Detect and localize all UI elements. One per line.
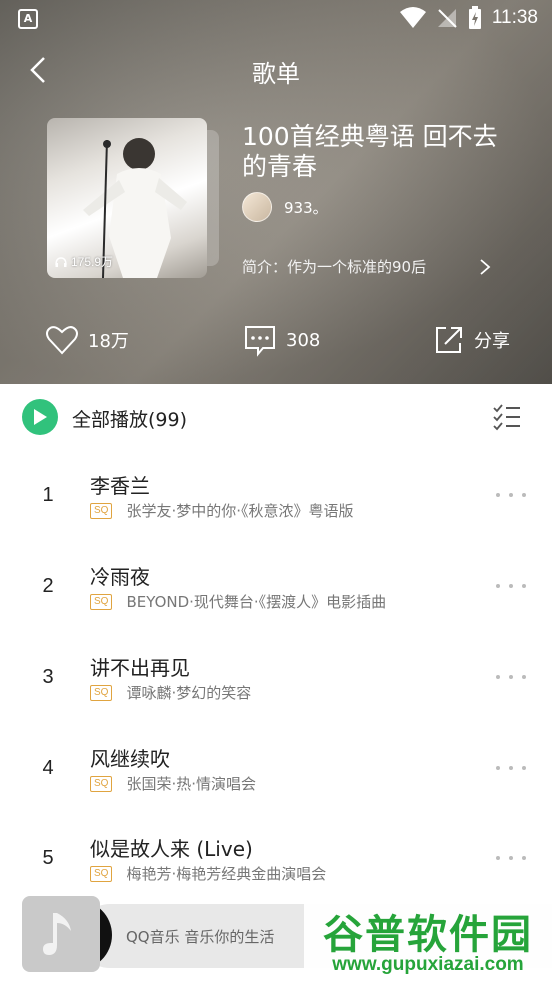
headphones-icon xyxy=(55,256,67,267)
watermark-url: www.gupuxiazai.com xyxy=(332,954,524,975)
song-subtitle-row: SQ 梅艳芳·梅艳芳经典金曲演唱会 xyxy=(90,863,326,884)
song-title: 风继续吹 xyxy=(90,747,170,771)
multi-select-button[interactable] xyxy=(492,402,522,432)
song-subtitle-row: SQ BEYOND·现代舞台·《摆渡人》电影插曲 xyxy=(90,591,386,612)
more-options-button[interactable] xyxy=(496,485,526,505)
song-row[interactable]: 4 风继续吹 SQ 张国荣·热·情演唱会 xyxy=(0,723,552,813)
title-bar: 歌单 xyxy=(0,38,552,102)
song-index: 5 xyxy=(42,847,54,869)
song-title: 冷雨夜 xyxy=(90,565,150,589)
song-subtitle-row: SQ 张国荣·热·情演唱会 xyxy=(90,773,256,794)
sq-badge: SQ xyxy=(90,684,113,701)
comment-count: 308 xyxy=(286,329,321,351)
play-count-value: 175.9万 xyxy=(71,255,114,269)
creator-link[interactable]: 933。 xyxy=(242,192,328,222)
page-title: 歌单 xyxy=(252,60,300,88)
app-notification-icon: A xyxy=(18,9,38,29)
play-icon xyxy=(34,409,47,425)
mini-player-text: QQ音乐 音乐你的生活 xyxy=(126,928,275,946)
play-all-label[interactable]: 全部播放(99) xyxy=(72,405,187,432)
share-icon xyxy=(430,322,466,358)
song-subtitle: 梅艳芳·梅艳芳经典金曲演唱会 xyxy=(126,865,327,883)
watermark: 谷普软件园 www.gupuxiazai.com xyxy=(304,896,552,983)
song-subtitle: BEYOND·现代舞台·《摆渡人》电影插曲 xyxy=(126,593,387,611)
song-row[interactable]: 1 李香兰 SQ 张学友·梦中的你·《秋意浓》粤语版 xyxy=(0,450,552,540)
playlist-title: 100首经典粤语 回不去的青春 xyxy=(242,122,498,181)
song-subtitle-row: SQ 张学友·梦中的你·《秋意浓》粤语版 xyxy=(90,500,354,521)
sq-badge: SQ xyxy=(90,593,113,610)
play-all-button[interactable] xyxy=(22,399,58,435)
song-title: 李香兰 xyxy=(90,474,150,498)
action-row: 18万 308 分享 xyxy=(0,318,552,362)
sq-badge: SQ xyxy=(90,865,113,882)
song-subtitle: 张学友·梦中的你·《秋意浓》粤语版 xyxy=(126,502,354,520)
song-subtitle-row: SQ 谭咏麟·梦幻的笑容 xyxy=(90,682,251,703)
like-button[interactable]: 18万 xyxy=(44,318,129,362)
song-index: 4 xyxy=(42,757,54,779)
cover-image: 175.9万 xyxy=(47,118,207,278)
intro-text: 简介：作为一个标准的90后 xyxy=(242,258,427,276)
song-title: 讲不出再见 xyxy=(90,656,190,680)
status-icons: 11:38 xyxy=(399,6,538,30)
song-index: 3 xyxy=(42,666,54,688)
play-count: 175.9万 xyxy=(55,253,113,270)
like-count: 18万 xyxy=(88,331,129,352)
song-title: 似是故人来 (Live) xyxy=(90,837,253,861)
song-subtitle: 张国荣·热·情演唱会 xyxy=(126,775,256,793)
more-options-button[interactable] xyxy=(496,576,526,596)
heart-icon xyxy=(44,322,80,358)
song-index: 2 xyxy=(42,575,54,597)
share-label: 分享 xyxy=(474,331,510,352)
sq-badge: SQ xyxy=(90,775,113,792)
song-row[interactable]: 2 冷雨夜 SQ BEYOND·现代舞台·《摆渡人》电影插曲 xyxy=(0,541,552,631)
song-index: 1 xyxy=(42,484,54,506)
song-subtitle: 谭咏麟·梦幻的笑容 xyxy=(126,684,252,702)
playlist-intro[interactable]: 简介：作为一个标准的90后 xyxy=(242,256,492,277)
mini-player-cover xyxy=(22,896,100,972)
creator-name: 933。 xyxy=(284,198,328,217)
more-options-button[interactable] xyxy=(496,848,526,868)
music-note-icon xyxy=(43,913,71,955)
sq-badge: SQ xyxy=(90,502,113,519)
comment-icon xyxy=(242,322,278,358)
song-row[interactable]: 5 似是故人来 (Live) SQ 梅艳芳·梅艳芳经典金曲演唱会 xyxy=(0,813,552,903)
comment-button[interactable]: 308 xyxy=(242,318,320,362)
avatar xyxy=(242,192,272,222)
wifi-icon xyxy=(399,7,426,28)
status-time: 11:38 xyxy=(491,7,538,28)
watermark-title: 谷普软件园 xyxy=(323,912,533,958)
battery-charging-icon xyxy=(468,6,481,29)
song-row[interactable]: 3 讲不出再见 SQ 谭咏麟·梦幻的笑容 xyxy=(0,632,552,722)
chevron-right-icon xyxy=(480,258,491,275)
status-bar: A 11:38 xyxy=(0,0,552,38)
no-signal-icon xyxy=(437,9,457,28)
more-options-button[interactable] xyxy=(496,667,526,687)
share-button[interactable]: 分享 xyxy=(430,318,510,362)
list-header: 全部播放(99) xyxy=(0,384,552,450)
more-options-button[interactable] xyxy=(496,758,526,778)
checklist-icon xyxy=(493,404,520,431)
